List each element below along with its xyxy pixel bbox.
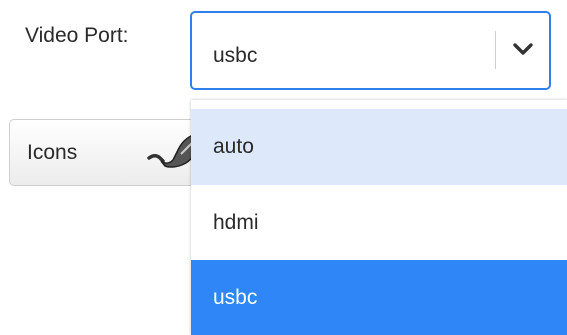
icons-button-label: Icons: [27, 141, 78, 164]
select-divider: [495, 31, 496, 69]
chevron-down-icon[interactable]: [512, 41, 534, 57]
option-auto[interactable]: auto: [191, 109, 567, 185]
video-port-select[interactable]: usbc: [190, 11, 551, 90]
settings-panel: Video Port: usbc Icons auto hdmi usbc: [0, 0, 567, 335]
video-port-dropdown-menu: auto hdmi usbc: [191, 100, 567, 335]
video-port-label: Video Port:: [25, 24, 129, 47]
option-usbc[interactable]: usbc: [191, 260, 567, 335]
video-port-selected-value: usbc: [213, 44, 258, 67]
option-hdmi[interactable]: hdmi: [191, 185, 567, 261]
